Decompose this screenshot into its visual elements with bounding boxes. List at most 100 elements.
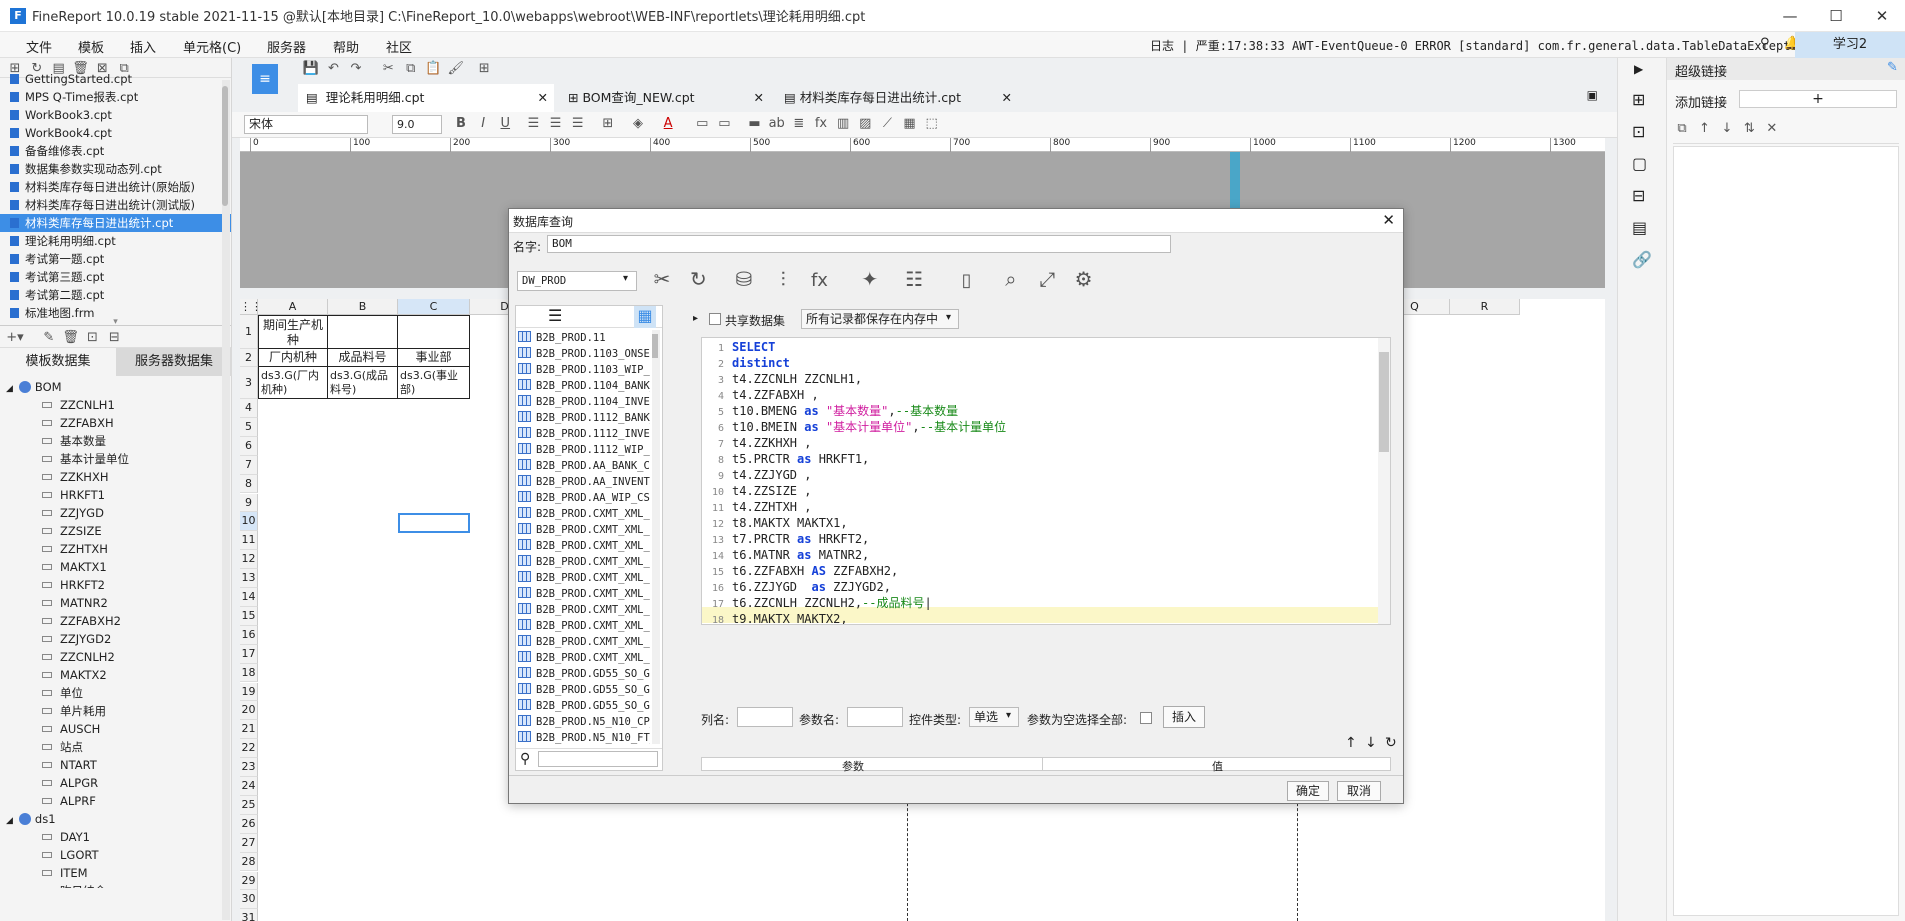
move-up-icon[interactable]: ↑ [1695, 120, 1713, 138]
dataset-field[interactable]: 基本计量单位 [6, 450, 231, 468]
add-link-button[interactable]: + [1739, 90, 1897, 108]
preview-template-icon[interactable]: ⊞ [475, 60, 493, 78]
dataset-field[interactable]: NTART [6, 756, 231, 774]
font-select[interactable]: 宋体 [244, 115, 368, 134]
sql-editor[interactable]: 1 SELECT 2 distinct 3 t4.ZZCNLH ZZCNLH1, 4t… [701, 337, 1391, 625]
insert-button[interactable]: 插入 [1163, 706, 1205, 728]
template-item[interactable]: MPS Q-Time报表.cpt [0, 88, 231, 106]
menu-file[interactable]: 文件 [26, 37, 52, 56]
remove-link-icon[interactable]: ✕ [1763, 120, 1781, 138]
log-status[interactable]: 日志 | 严重:17:38:33 AWT-EventQueue-0 ERROR … [1150, 37, 1860, 54]
menu-template[interactable]: 模板 [78, 37, 104, 56]
dataset-field[interactable]: ZZFABXH [6, 414, 231, 432]
db-table-item[interactable]: B2B_PROD.N5_N10_CP_TEST_C [518, 714, 650, 730]
chart-icon[interactable]: ▥ [834, 115, 852, 133]
preview-query-icon[interactable]: ⌕ [996, 269, 1026, 289]
row-header[interactable]: 11 [240, 531, 258, 551]
sort-icon[interactable]: ⇅ [1740, 120, 1758, 138]
dataset-field[interactable]: 单片耗用 [6, 702, 231, 720]
column-name-input[interactable] [737, 707, 793, 727]
selected-cell-c10[interactable] [398, 513, 470, 533]
db-table-item[interactable]: B2B_PROD.AA_WIP_CSV [518, 490, 650, 506]
row-header[interactable]: 29 [240, 871, 258, 891]
row-header[interactable]: 2 [240, 349, 258, 367]
tab-doc-2[interactable]: ⊞ BOM查询_NEW.cpt ✕ [554, 84, 770, 112]
param-up-icon[interactable]: ↑ [1345, 735, 1357, 751]
dialog-close-icon[interactable]: ✕ [1382, 211, 1395, 229]
grid-corner[interactable]: ⋮⋮ [240, 299, 262, 315]
param-name-input[interactable] [847, 707, 903, 727]
db-table-item[interactable]: B2B_PROD.1112_WIP_csv [518, 442, 650, 458]
row-header[interactable]: 15 [240, 606, 258, 626]
row-header[interactable]: 26 [240, 814, 258, 834]
row-header[interactable]: 3 [240, 367, 258, 399]
widget-icon[interactable]: ▢ [1632, 154, 1647, 173]
minimize-button[interactable]: — [1767, 0, 1813, 32]
db-table-item[interactable]: B2B_PROD.AA_BANK_CSV [518, 458, 650, 474]
expand-icon[interactable]: ⤢ [1032, 269, 1062, 289]
dataset-field[interactable]: 单位 [6, 684, 231, 702]
row-header[interactable]: 25 [240, 795, 258, 815]
collapse-arrow-icon[interactable]: ▶ [1634, 62, 1643, 76]
slash-icon[interactable]: ⟋ [878, 115, 896, 133]
dataset-field[interactable]: AUSCH [6, 720, 231, 738]
cell-a1[interactable]: 期间生产机种 [258, 315, 328, 349]
sql-editor-scrollbar-thumb[interactable] [1379, 352, 1389, 452]
db-table-item[interactable]: B2B_PROD.AA_INVENTORY_CSV [518, 474, 650, 490]
dataset-field[interactable]: ZZHTXH [6, 540, 231, 558]
template-item[interactable]: 理论耗用明细.cpt [0, 232, 231, 250]
row-header[interactable]: 9 [240, 493, 258, 513]
column-header[interactable]: A [258, 299, 328, 315]
db-table-item[interactable]: B2B_PROD.11 [518, 330, 650, 346]
dataset-field[interactable]: ALPGR [6, 774, 231, 792]
cell-a2[interactable]: 厂内机种 [258, 349, 328, 367]
cell-element-icon[interactable]: ⊡ [1632, 122, 1645, 141]
subreport-icon[interactable]: ▦ [901, 115, 919, 133]
db-table-item[interactable]: B2B_PROD.CXMT_XML_I001 [518, 506, 650, 522]
cell-b3[interactable]: ds3.G(成品料号) [328, 367, 398, 399]
row-header[interactable]: 16 [240, 625, 258, 645]
template-item[interactable]: GettingStarted.cpt [0, 70, 231, 88]
db-table-item[interactable]: B2B_PROD.CXMT_XML_I001_AB [518, 522, 650, 538]
ok-button[interactable]: 确定 [1287, 781, 1329, 801]
italic-icon[interactable]: I [474, 115, 492, 133]
column-header[interactable]: C [398, 299, 470, 315]
left-scrollbar-thumb[interactable] [222, 86, 228, 206]
db-table-item[interactable]: B2B_PROD.GD55_SO_GET_PO_I [518, 682, 650, 698]
text-icon[interactable]: ab [768, 115, 786, 133]
fill-color-icon[interactable]: ◈ [629, 115, 647, 133]
row-header[interactable]: 12 [240, 550, 258, 570]
row-header[interactable]: 6 [240, 436, 258, 456]
tab-template-dataset[interactable]: 模板数据集 [0, 348, 116, 376]
dataset-field[interactable]: LGORT [6, 846, 231, 864]
db-table-item[interactable]: B2B_PROD.CXMT_XML_I002_T [518, 618, 650, 634]
dataset-field[interactable]: ZZCNLH1 [6, 396, 231, 414]
db-table-item[interactable]: B2B_PROD.CXMT_XML_I259 [518, 634, 650, 650]
table-search-input[interactable] [538, 751, 658, 767]
menu-cell[interactable]: 单元格(C) [183, 37, 241, 56]
dataset-field[interactable]: ZZCNLH2 [6, 648, 231, 666]
dataset-node[interactable]: ◢ ds1 [6, 810, 231, 828]
splitter-chevron-icon[interactable]: ▾ [0, 318, 231, 327]
bold-icon[interactable]: B [452, 115, 470, 133]
params-sliders-icon[interactable]: ⫶ [768, 269, 798, 289]
align-center-icon[interactable]: ☰ [547, 115, 565, 133]
row-header[interactable]: 21 [240, 720, 258, 740]
db-table-item[interactable]: B2B_PROD.1104_BANK_csv [518, 378, 650, 394]
tab-menu-icon[interactable]: ▣ [1587, 88, 1598, 102]
tab-server-dataset[interactable]: 服务器数据集 [116, 348, 232, 376]
dataset-field[interactable]: 昨日结余 [6, 882, 231, 888]
row-header[interactable]: 13 [240, 569, 258, 588]
border-icon[interactable]: ⊞ [599, 115, 617, 133]
dataset-field[interactable]: HRKFT2 [6, 576, 231, 594]
row-header[interactable]: 4 [240, 399, 258, 418]
menu-community[interactable]: 社区 [386, 37, 412, 56]
tab-doc-3[interactable]: ▤ 材料类库存每日进出统计.cpt ✕ [770, 84, 1018, 112]
fx-formula-icon[interactable]: fx [804, 272, 834, 290]
move-down-icon[interactable]: ↓ [1718, 120, 1736, 138]
tab-doc-1[interactable]: ▤ 理论耗用明细.cpt ✕ [298, 84, 554, 112]
menu-server[interactable]: 服务器 [267, 37, 306, 56]
condition-icon[interactable]: ⊟ [1632, 186, 1645, 205]
cell-b2[interactable]: 成品料号 [328, 349, 398, 367]
template-item[interactable]: 数据集参数实现动态列.cpt [0, 160, 231, 178]
